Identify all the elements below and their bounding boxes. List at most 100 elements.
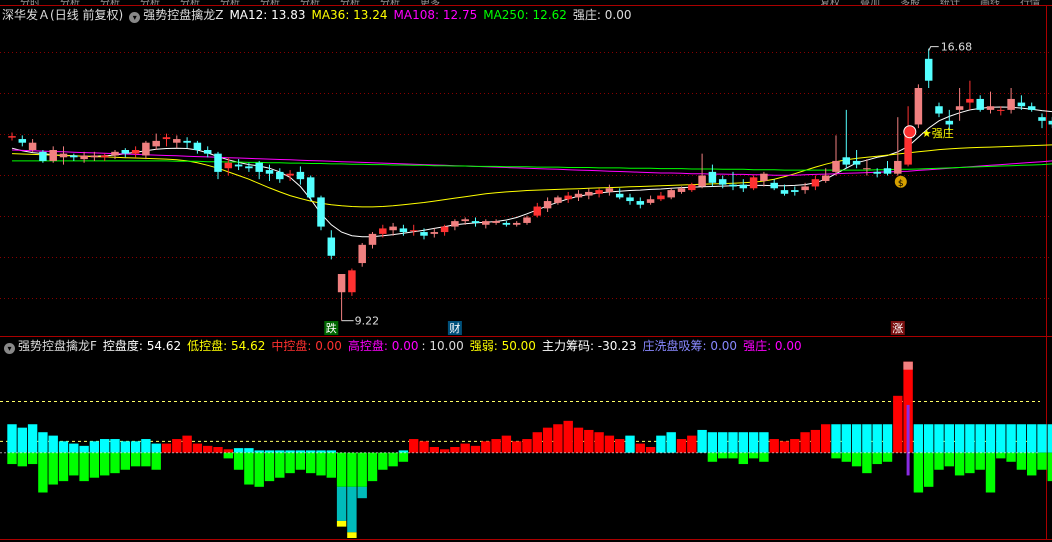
sub-bar-cap-87 [903, 361, 913, 370]
sub-bar-up-44 [460, 443, 470, 453]
candle-body-5 [59, 153, 68, 158]
candle-body-90 [935, 106, 943, 114]
sub-bar-up-2 [27, 424, 38, 453]
sub-bar-up-3 [38, 432, 48, 453]
sub-bar-up-98 [1016, 424, 1027, 453]
sub-bar-down-cyan-33 [347, 486, 357, 533]
sub-bar-up-58 [604, 435, 615, 453]
candle-body-48 [502, 222, 511, 225]
sub-bar-up-41 [429, 447, 439, 453]
strong-dealer-tag: 强庄 [932, 126, 954, 140]
candle-body-22 [234, 164, 243, 167]
candle-body-17 [183, 140, 191, 143]
candle-body-43 [451, 221, 459, 227]
sub-bar-down-97 [1006, 452, 1016, 462]
sub-bar-down-100 [1037, 452, 1047, 470]
sub-bar-down-2 [27, 452, 38, 465]
sub-bar-up-70 [728, 432, 738, 453]
sub-bar-up-77 [800, 432, 810, 453]
sub-bar-up-12 [130, 441, 141, 453]
candle-body-47 [492, 221, 500, 223]
candle-body-18 [193, 142, 202, 150]
sub-bar-down-0 [7, 452, 17, 465]
sub-bar-up-47 [491, 439, 501, 453]
sub-bar-up-21 [223, 449, 233, 453]
sub-bar-up-68 [707, 432, 718, 453]
sub-bar-up-97 [1006, 424, 1016, 453]
sub-bar-up-7 [79, 445, 89, 453]
sub-bar-up-96 [996, 424, 1006, 453]
candle-body-68 [708, 171, 717, 183]
sub-bar-down-70 [728, 452, 738, 459]
sub-bar-down-101 [1047, 452, 1052, 482]
sub-bar-up-62 [645, 447, 656, 453]
candle-body-1 [18, 139, 27, 143]
sub-bar-up-6 [69, 443, 79, 453]
candle-body-77 [801, 186, 809, 191]
kline-chart[interactable]: 16.68 9.22 ★ 强庄 $ 跌 财 涨 [0, 0, 1052, 542]
sub-bar-down-72 [748, 452, 759, 459]
candle-body-20 [214, 153, 222, 172]
sub-bar-down-94 [975, 452, 985, 470]
candle-body-23 [245, 166, 253, 169]
sub-bar-up-48 [501, 435, 512, 453]
sub-bar-down-34 [357, 452, 367, 487]
candle-body-69 [718, 179, 727, 185]
sub-bar-up-42 [439, 449, 450, 453]
sub-bar-up-71 [738, 432, 748, 453]
sub-bar-up-54 [563, 420, 573, 453]
candle-body-54 [564, 195, 572, 200]
sub-bar-down-14 [151, 452, 161, 470]
candle-body-84 [873, 171, 881, 174]
candle-body-93 [966, 98, 974, 103]
sub-bar-up-57 [594, 432, 604, 453]
sub-bar-down-83 [862, 452, 872, 474]
candle-body-45 [471, 221, 480, 223]
sub-bar-up-78 [810, 429, 821, 453]
candle-body-33 [348, 270, 356, 293]
sub-bar-up-52 [542, 427, 553, 453]
sub-bar-up-88 [913, 424, 924, 453]
candle-body-76 [791, 190, 799, 192]
sub-bar-up-40 [419, 441, 429, 453]
sub-bar-down-11 [120, 452, 130, 470]
candle-body-64 [667, 190, 675, 198]
sub-bar-down-96 [996, 452, 1006, 459]
candle-body-99 [1027, 106, 1036, 110]
sub-bar-up-17 [182, 435, 192, 453]
sub-bar-up-20 [213, 447, 223, 453]
sub-bar-up-0 [7, 424, 17, 453]
candle-body-37 [389, 226, 397, 231]
sub-bar-down-32 [336, 452, 347, 487]
sub-bar-down-yellow-33 [347, 532, 357, 538]
candle-body-59 [615, 193, 624, 198]
sub-bar-down-3 [38, 452, 48, 493]
candle-body-42 [440, 226, 449, 233]
candle-body-41 [430, 232, 439, 234]
sub-bar-up-22 [233, 448, 244, 453]
sub-bar-up-14 [151, 443, 161, 453]
sub-bar-up-93 [965, 424, 975, 453]
star-icon: ★ [922, 127, 932, 140]
candle-body-101 [1048, 120, 1052, 125]
candle-body-65 [677, 188, 686, 192]
sub-bar-down-5 [58, 452, 69, 482]
marker-zhang: 涨 [892, 322, 903, 335]
candle-body-46 [482, 221, 490, 225]
sub-bar-up-53 [553, 424, 563, 453]
sub-bar-down-28 [295, 452, 306, 470]
sub-bar-down-cyan-34 [357, 486, 367, 499]
sub-bar-up-99 [1027, 424, 1037, 453]
sub-bar-up-18 [192, 443, 203, 453]
sub-bar-up-74 [769, 439, 779, 453]
sub-bar-down-6 [69, 452, 79, 476]
sub-bar-down-36 [378, 452, 388, 470]
sub-bar-up-66 [687, 435, 697, 453]
candle-body-95 [986, 106, 995, 110]
sub-bar-down-33 [347, 452, 357, 487]
sub-bar-down-30 [316, 452, 326, 476]
sub-bar-up-95 [985, 424, 996, 453]
candle-body-4 [49, 150, 57, 161]
candle-body-44 [461, 219, 469, 222]
candle-body-72 [749, 177, 758, 189]
